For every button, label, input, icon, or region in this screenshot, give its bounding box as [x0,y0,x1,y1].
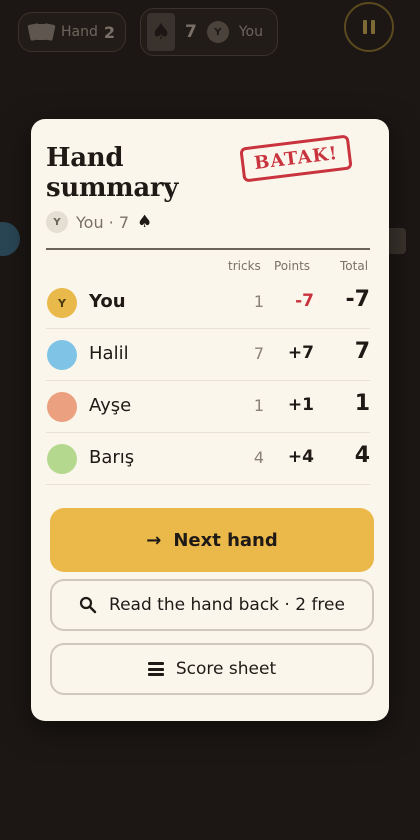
player-tricks: 4 [253,448,264,467]
read-hand-back-button[interactable]: Read the hand back · 2 free [50,579,374,631]
col-header-tricks: tricks [228,259,261,273]
player-avatar [47,444,77,474]
player-tricks: 7 [253,344,264,363]
hand-label: Hand [61,24,98,40]
trump-suit: ♠ [151,19,171,45]
modal-title: Hand summary [46,143,179,203]
player-name: Halil [89,343,129,364]
score-sheet-label: Score sheet [175,659,277,679]
score-row: Ayşe 1 +1 1 [46,381,370,433]
divider [46,248,370,250]
top-bar: Hand 2 ♠ 7 Y You [0,0,420,70]
player-total: 7 [354,339,370,364]
hand-summary-modal: Hand summary BATAK! Y You · 7 ♠ tricks P… [31,119,389,721]
score-sheet-button[interactable]: Score sheet [50,643,374,695]
cards-icon [27,23,56,41]
player-name: Barış [89,447,135,468]
bidder-avatar: Y [46,211,68,233]
player-total: 1 [354,391,370,416]
arrow-right-icon: → [146,529,162,551]
col-header-total: Total [340,259,369,273]
player-points: +1 [287,395,314,415]
spade-card-icon: ♠ [147,13,175,51]
bid-line: Y You · 7 ♠ [46,211,152,233]
player-points: +7 [287,343,314,363]
next-hand-label: Next hand [173,529,278,551]
player-total: -7 [345,287,370,312]
read-hand-back-label: Read the hand back · 2 free [109,595,345,615]
bidder-avatar: Y [206,21,229,43]
player-name: You [89,291,126,312]
bid-text: You · 7 [76,212,130,232]
menu-icon [147,662,164,676]
player-total: 4 [354,443,370,468]
hand-count: 2 [103,22,116,42]
score-row: Y You 1 -7 -7 [46,277,370,329]
pause-button[interactable] [344,2,394,52]
player-points: +4 [287,447,314,467]
player-name: Ayşe [89,395,132,416]
player-tricks: 1 [253,292,264,311]
bidder-name: You [238,24,263,40]
card-edge [386,228,406,254]
player-avatar: Y [47,288,77,318]
player-tricks: 1 [253,396,264,415]
player-avatar-edge [0,222,20,256]
pause-icon [363,20,367,34]
col-header-points: Points [274,259,311,273]
player-avatar [47,340,77,370]
hand-counter: Hand 2 [18,12,127,52]
score-row: Barış 4 +4 4 [46,433,370,485]
trump-bid-indicator: ♠ 7 Y You [140,8,278,56]
spade-icon: ♠ [137,212,153,232]
magnifier-icon [79,596,97,614]
next-hand-button[interactable]: → Next hand [50,508,374,572]
bid-value: 7 [185,22,197,42]
score-row: Halil 7 +7 7 [46,329,370,381]
batak-stamp: BATAK! [239,134,353,183]
player-avatar [47,392,77,422]
player-points: -7 [295,291,314,311]
